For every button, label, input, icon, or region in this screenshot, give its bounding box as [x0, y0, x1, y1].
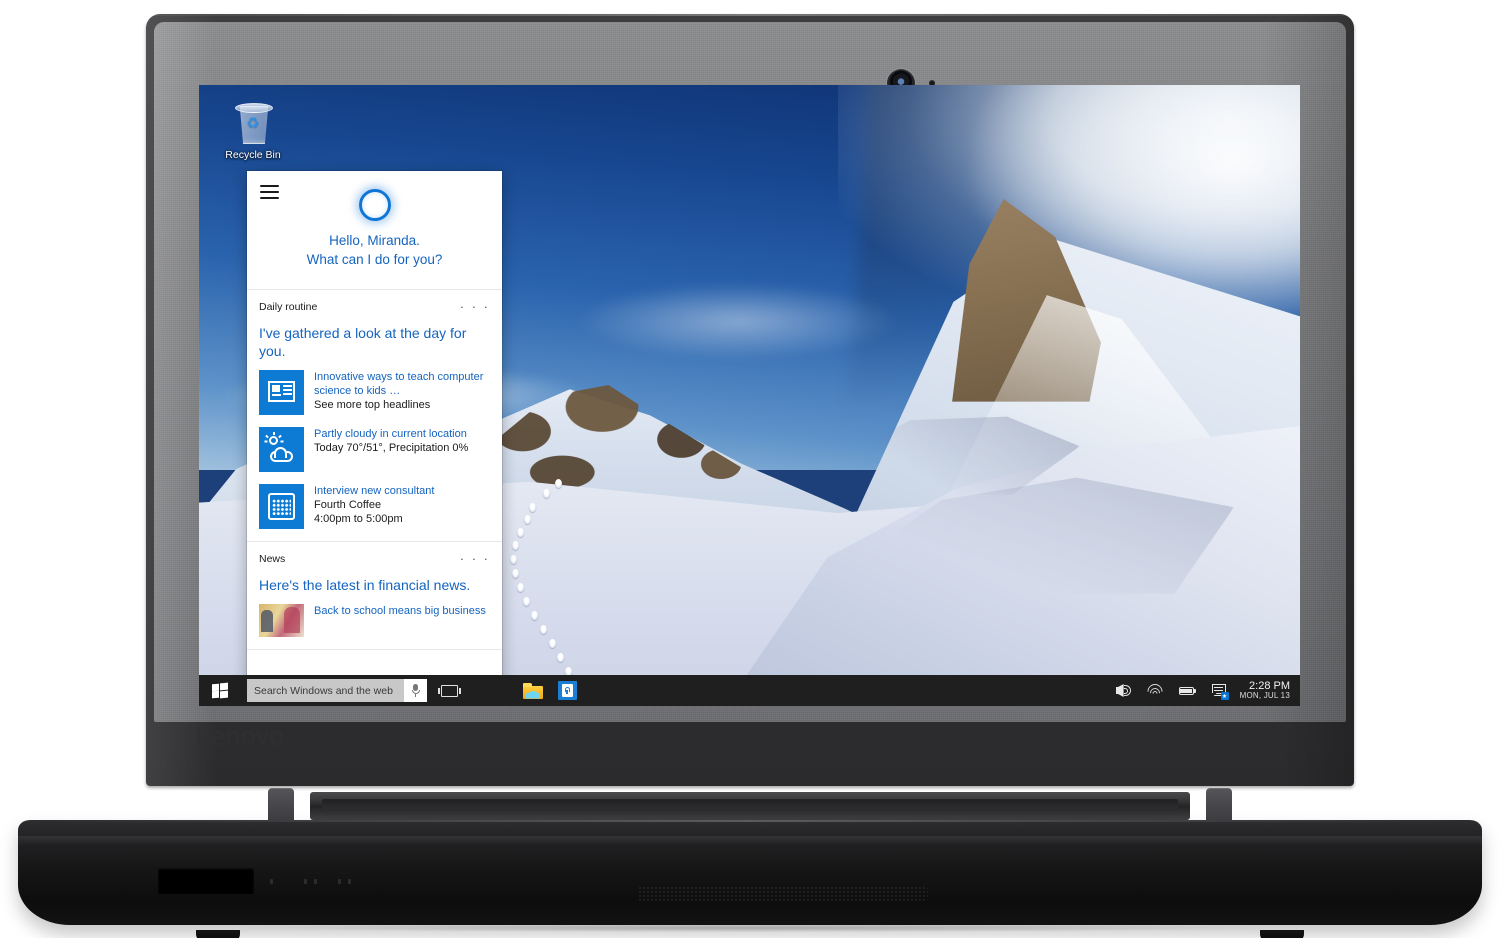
greeting-text-1: Hello, Miranda. — [329, 233, 420, 248]
card-row-sub: Fourth Coffee — [314, 499, 382, 511]
cortana-greeting-line1: Hello, Miranda. — [247, 231, 502, 250]
greeting-text-2: What can I do for you? — [306, 252, 443, 267]
card-lede: I've gathered a look at the day for you. — [259, 325, 467, 359]
speaker-icon[interactable] — [1115, 682, 1132, 699]
card-row-sub-2: 4:00pm to 5:00pm — [314, 513, 403, 525]
task-view-button[interactable] — [427, 675, 471, 706]
card-reader-slot — [158, 868, 254, 894]
news-tile-icon — [259, 370, 304, 415]
base-front-edge — [18, 836, 1482, 846]
task-view-icon — [437, 684, 461, 697]
status-leds — [270, 878, 360, 888]
calendar-tile-icon — [259, 484, 304, 529]
card-row-link[interactable]: Innovative ways to teach computer scienc… — [314, 370, 490, 398]
lid-highlight — [146, 14, 1354, 16]
card-lede: Here's the latest in financial news. — [259, 577, 471, 593]
recycle-symbol-icon: ♻ — [246, 115, 260, 132]
card-title: Daily routine — [259, 301, 318, 313]
sun-icon — [269, 436, 278, 445]
card-row-link[interactable]: Back to school means big business — [314, 604, 490, 618]
windows-start-icon — [212, 682, 228, 699]
card-row-text: Partly cloudy in current location Today … — [314, 427, 490, 472]
recycle-bin-shortcut[interactable]: ♻ Recycle Bin — [217, 100, 289, 161]
card-title: News — [259, 553, 286, 565]
card-row-text: Back to school means big business — [314, 604, 490, 637]
cortana-panel[interactable]: Hello, Miranda. What can I do for you? D… — [247, 171, 502, 686]
hinge-strip — [310, 792, 1190, 820]
news-photo-thumbnail — [259, 604, 304, 637]
taskbar-item-file-explorer[interactable] — [519, 675, 547, 706]
speaker-grille — [638, 886, 928, 902]
taskbar-pinned-apps — [519, 675, 581, 706]
cortana-greeting: Hello, Miranda. What can I do for you? — [247, 231, 502, 269]
cortana-ring-icon[interactable] — [358, 189, 391, 221]
search-input[interactable]: Search Windows and the web — [247, 679, 427, 702]
recycle-bin-icon: ♻ — [231, 100, 275, 146]
taskbar-clock[interactable]: 2:28 PM MON, JUL 13 — [1239, 680, 1300, 701]
card-row-news-story[interactable]: Back to school means big business — [259, 604, 490, 637]
laptop-base — [18, 820, 1482, 938]
wifi-icon[interactable] — [1144, 680, 1166, 703]
base-top-highlight — [47, 820, 1453, 822]
card-row-text: Interview new consultant Fourth Coffee 4… — [314, 484, 490, 529]
folder-icon — [523, 682, 543, 699]
microphone-icon[interactable] — [404, 679, 427, 702]
card-row-calendar[interactable]: Interview new consultant Fourth Coffee 4… — [259, 484, 490, 529]
card-row-sub: Today 70°/51°, Precipitation 0% — [314, 442, 469, 454]
card-row-news[interactable]: Innovative ways to teach computer scienc… — [259, 370, 490, 415]
card-overflow-icon[interactable]: · · · — [460, 552, 490, 565]
recycle-bin-label: Recycle Bin — [225, 149, 281, 161]
screenshot-root: ♻ Recycle Bin Hello, Miranda. What can I… — [0, 0, 1500, 938]
search-placeholder: Search Windows and the web — [254, 684, 393, 697]
recycle-bin-lip — [235, 103, 273, 113]
laptop-screen: ♻ Recycle Bin Hello, Miranda. What can I… — [199, 85, 1300, 706]
card-overflow-icon[interactable]: · · · — [460, 300, 490, 313]
card-row-link[interactable]: Interview new consultant — [314, 484, 490, 498]
start-button[interactable] — [199, 675, 241, 706]
card-row-text: Innovative ways to teach computer scienc… — [314, 370, 490, 415]
card-header: Daily routine · · · — [259, 298, 490, 316]
cloud-icon — [268, 447, 295, 462]
card-row-link[interactable]: Partly cloudy in current location — [314, 427, 490, 441]
cortana-card-news[interactable]: News · · · Here's the latest in financia… — [247, 542, 502, 650]
taskbar-item-microsoft-store[interactable] — [553, 675, 581, 706]
cortana-header: Hello, Miranda. What can I do for you? — [247, 171, 502, 290]
taskbar: Search Windows and the web 2:28 PM MON, … — [199, 675, 1300, 706]
system-tray — [1115, 680, 1240, 703]
cortana-card-daily-routine[interactable]: Daily routine · · · I've gathered a look… — [247, 290, 502, 542]
hamburger-menu-icon[interactable] — [260, 185, 279, 199]
card-row-sub: See more top headlines — [314, 399, 431, 411]
floor-shadow — [30, 922, 1470, 934]
card-row-weather[interactable]: Partly cloudy in current location Today … — [259, 427, 490, 472]
card-header: News · · · — [259, 550, 490, 568]
brand-logo: Lenovo — [196, 721, 285, 751]
store-bag-icon — [557, 681, 577, 700]
clock-date: MON, JUL 13 — [1239, 691, 1290, 701]
action-center-icon[interactable] — [1211, 682, 1229, 700]
cortana-greeting-line2: What can I do for you? — [247, 250, 502, 269]
battery-icon[interactable] — [1178, 682, 1196, 699]
weather-tile-icon — [259, 427, 304, 472]
